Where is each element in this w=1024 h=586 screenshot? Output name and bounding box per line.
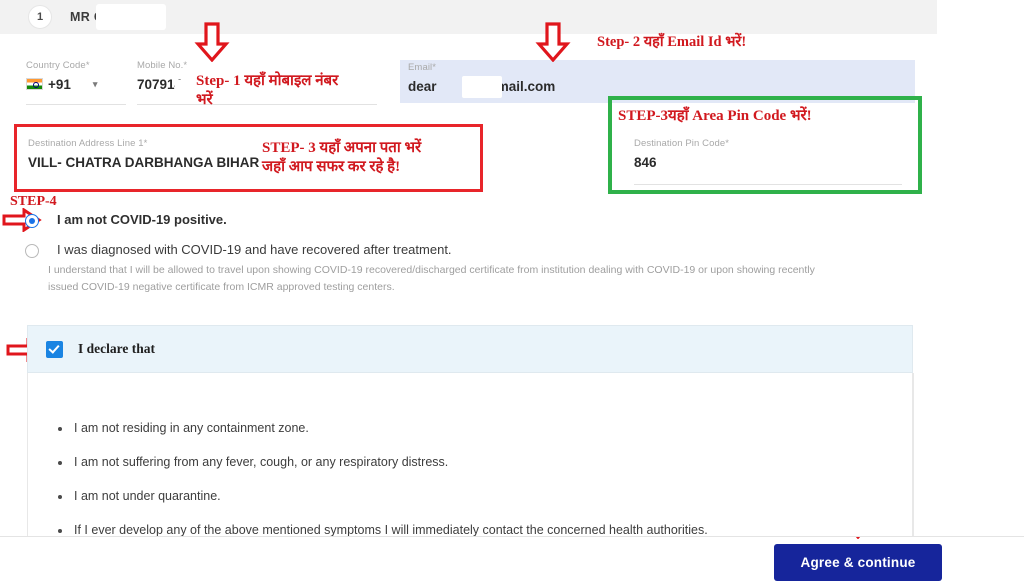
covid-recovered-note-line1: I understand that I will be allowed to t… — [48, 264, 815, 276]
covid-option-recovered-label: I was diagnosed with COVID-19 and have r… — [57, 242, 452, 257]
country-code-text: +91 — [48, 77, 71, 92]
india-flag-icon — [26, 78, 43, 90]
annotation-step3-pincode: STEP-3यहाँ Area Pin Code भरें! — [618, 108, 812, 124]
arrow-down-icon-mobile — [194, 22, 230, 62]
annotation-step1: Step- 1 यहाँ मोबाइल नंबर भरें — [196, 73, 339, 108]
declaration-title: I declare that — [78, 341, 155, 356]
radio-not-positive[interactable] — [25, 214, 39, 228]
declaration-header[interactable]: I declare that — [27, 325, 913, 373]
declaration-checkbox[interactable] — [46, 340, 63, 358]
email-value-prefix: dear — [408, 79, 437, 94]
email-label: Email* — [408, 62, 437, 73]
declaration-right-border — [913, 373, 914, 536]
agree-and-continue-button[interactable]: Agree & continue — [774, 544, 942, 581]
annotation-step3-address: STEP- 3 यहाँ अपना पता भरें जहाँ आप सफर क… — [262, 140, 422, 175]
radio-recovered[interactable] — [25, 244, 39, 258]
covid-option-not-positive[interactable]: I am not COVID-19 positive. — [25, 212, 227, 228]
declaration-body: I am not residing in any containment zon… — [27, 373, 913, 536]
covid-recovered-note: I understand that I will be allowed to t… — [48, 262, 878, 297]
arrow-down-icon-email — [535, 22, 571, 62]
list-item: If I ever develop any of the above menti… — [58, 523, 708, 536]
email-field[interactable]: Email* dear gmail.com — [408, 62, 708, 94]
covid-recovered-note-line2: issued COVID-19 negative certificate fro… — [48, 281, 395, 294]
declaration-list: I am not residing in any containment zon… — [58, 421, 708, 536]
passenger-header: 1 MR GURUD — [0, 0, 937, 34]
email-value: dear gmail.com — [408, 79, 708, 94]
list-item: I am not under quarantine. — [58, 489, 708, 503]
booking-form-page: 1 MR GURUD Country Code* +91 ▾ Mobile No.… — [0, 0, 1024, 586]
annotation-step2: Step- 2 यहाँ Email Id भरें! — [597, 34, 747, 50]
country-code-underline — [26, 104, 126, 105]
country-code-value: +91 ▾ — [26, 77, 126, 92]
list-item: I am not residing in any containment zon… — [58, 421, 708, 435]
redaction-overlay-mobile — [175, 80, 191, 100]
mobile-number-label: Mobile No.* — [137, 60, 188, 71]
country-code-label: Country Code* — [26, 60, 90, 71]
list-item: I am not suffering from any fever, cough… — [58, 455, 708, 469]
passenger-number-badge: 1 — [28, 5, 52, 29]
covid-option-recovered[interactable]: I was diagnosed with COVID-19 and have r… — [25, 242, 452, 258]
chevron-down-icon[interactable]: ▾ — [93, 79, 98, 90]
redaction-overlay-name — [96, 4, 166, 30]
country-code-field[interactable]: Country Code* +91 ▾ — [26, 60, 126, 92]
redaction-overlay-email — [462, 76, 502, 98]
covid-option-not-positive-label: I am not COVID-19 positive. — [57, 212, 227, 227]
footer-divider — [0, 536, 1024, 537]
